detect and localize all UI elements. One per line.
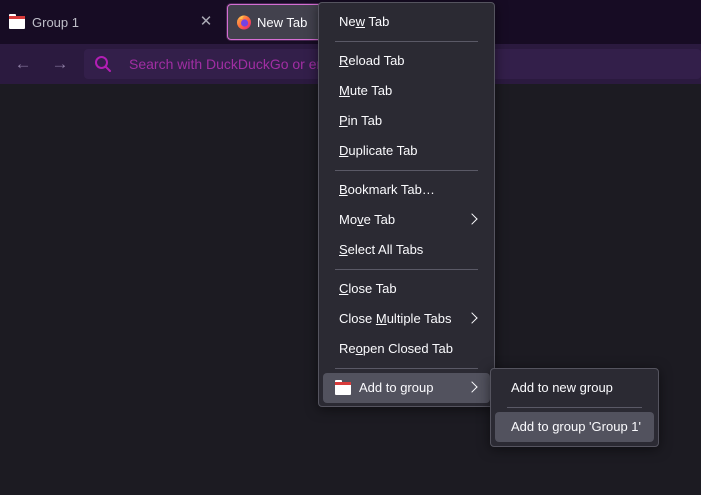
forward-button[interactable]: →: [48, 52, 72, 76]
tab-new-tab[interactable]: New Tab: [227, 4, 327, 40]
menu-item-mute-tab[interactable]: Mute Tab: [323, 76, 490, 106]
menu-separator: [507, 407, 642, 408]
tab-new-tab-label: New Tab: [257, 14, 308, 30]
chevron-right-icon: [466, 381, 478, 393]
menu-separator: [335, 269, 478, 270]
menu-item-close-tab[interactable]: Close Tab: [323, 274, 490, 304]
menu-item-duplicate-tab[interactable]: Duplicate Tab: [323, 136, 490, 166]
menu-item-new-tab[interactable]: New Tab: [323, 7, 490, 37]
chevron-right-icon: [466, 213, 478, 225]
menu-separator: [335, 170, 478, 171]
tab-group-1-label: Group 1: [32, 14, 79, 30]
menu-separator: [335, 368, 478, 369]
menu-item-close-multiple-tabs[interactable]: Close Multiple Tabs: [323, 304, 490, 334]
menu-separator: [335, 41, 478, 42]
search-icon: [95, 56, 111, 72]
tab-context-menu: New Tab Reload Tab Mute Tab Pin Tab Dupl…: [318, 2, 495, 407]
close-icon[interactable]: ✕: [196, 12, 216, 32]
menu-item-move-tab[interactable]: Move Tab: [323, 205, 490, 235]
tab-group-icon: [335, 379, 351, 395]
firefox-icon: [237, 15, 251, 30]
menu-item-add-to-group-1[interactable]: Add to group 'Group 1': [495, 412, 654, 442]
menu-item-bookmark-tab[interactable]: Bookmark Tab…: [323, 175, 490, 205]
menu-item-reopen-closed-tab[interactable]: Reopen Closed Tab: [323, 334, 490, 364]
menu-item-add-to-group-label: Add to group: [359, 380, 434, 395]
back-button[interactable]: ←: [11, 52, 35, 76]
menu-item-add-to-group[interactable]: Add to group: [323, 373, 490, 403]
tab-group-1[interactable]: Group 1 ✕: [0, 4, 224, 40]
chevron-right-icon: [466, 312, 478, 324]
menu-item-add-to-new-group[interactable]: Add to new group: [495, 373, 654, 403]
tab-group-icon: [9, 13, 25, 29]
menu-item-reload-tab[interactable]: Reload Tab: [323, 46, 490, 76]
menu-item-pin-tab[interactable]: Pin Tab: [323, 106, 490, 136]
add-to-group-submenu: Add to new group Add to group 'Group 1': [490, 368, 659, 447]
menu-item-select-all-tabs[interactable]: Select All Tabs: [323, 235, 490, 265]
